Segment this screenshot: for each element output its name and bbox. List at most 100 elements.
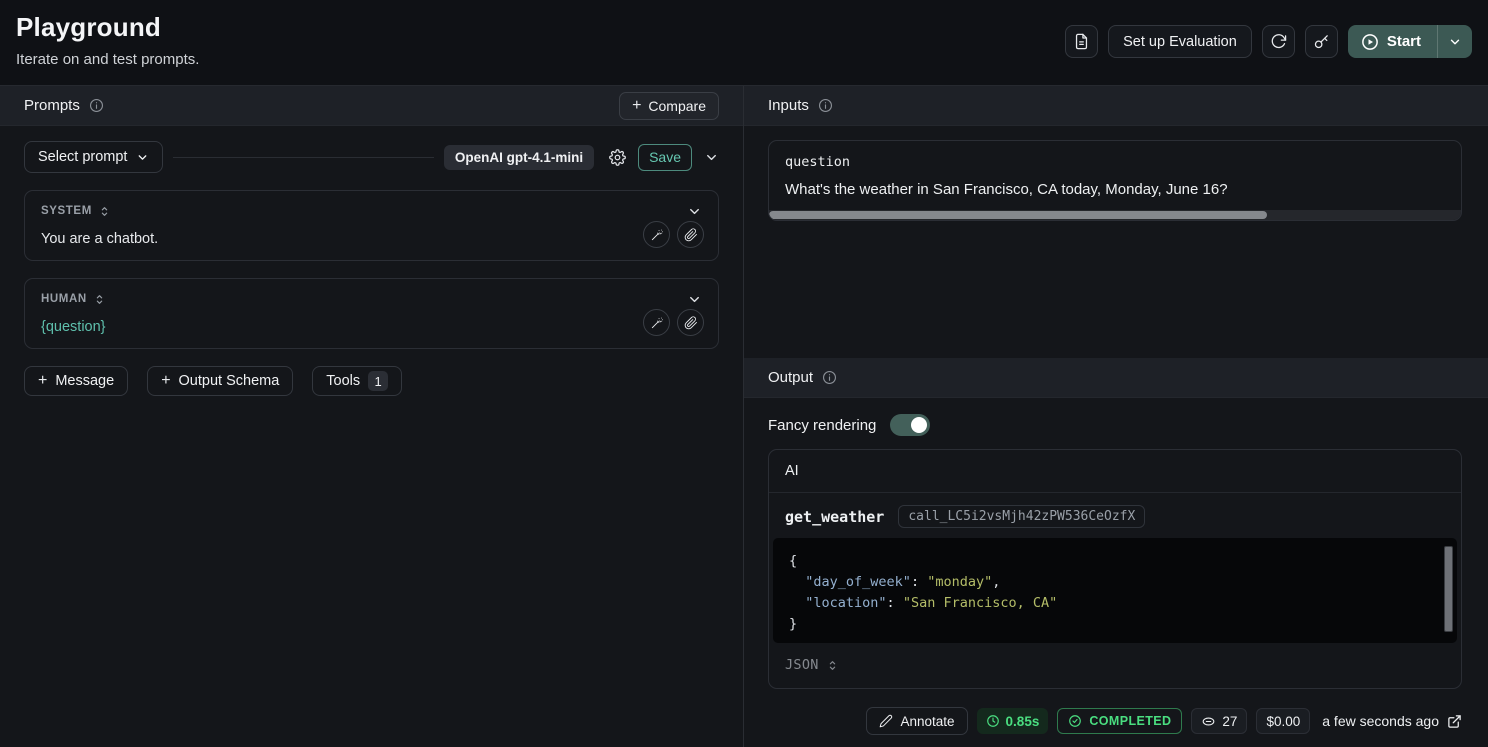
save-button[interactable]: Save [638, 144, 692, 171]
vertical-scrollbar[interactable] [1443, 544, 1454, 637]
play-circle-icon [1361, 33, 1379, 51]
fancy-rendering-row: Fancy rendering [768, 413, 1462, 437]
inputs-panel-title: Inputs [768, 97, 809, 114]
role-label: SYSTEM [41, 205, 92, 217]
add-output-schema-label: Output Schema [179, 373, 280, 389]
save-label: Save [649, 149, 681, 165]
format-label: JSON [785, 657, 819, 673]
add-output-schema-button[interactable]: + Output Schema [147, 366, 293, 396]
prompt-config-row: Select prompt OpenAI gpt-4.1-mini Save [24, 141, 719, 173]
cost-badge[interactable]: $0.00 [1256, 708, 1310, 734]
compare-button[interactable]: + Compare [619, 92, 719, 120]
select-prompt-label: Select prompt [38, 149, 127, 165]
header-actions: Set up Evaluation Start [1065, 12, 1472, 73]
fancy-rendering-toggle[interactable] [890, 414, 930, 436]
paperclip-icon [684, 228, 698, 242]
chevron-down-icon [704, 150, 719, 165]
external-link-icon[interactable] [1447, 714, 1462, 729]
timestamp-label: a few seconds ago [1322, 713, 1439, 729]
select-prompt-dropdown[interactable]: Select prompt [24, 141, 163, 173]
reset-button[interactable] [1262, 25, 1295, 58]
inputs-panel-header: Inputs [744, 86, 1488, 126]
setup-evaluation-label: Set up Evaluation [1123, 34, 1237, 50]
prompt-file-button[interactable] [1065, 25, 1098, 58]
clock-icon [986, 714, 1000, 728]
improve-prompt-button[interactable] [643, 221, 670, 248]
start-options-button[interactable] [1437, 25, 1472, 58]
add-message-button[interactable]: + Message [24, 366, 128, 396]
message-content[interactable]: {question} [41, 319, 702, 335]
key-icon [1313, 33, 1330, 50]
chevron-down-icon [687, 292, 702, 307]
setup-evaluation-button[interactable]: Set up Evaluation [1108, 25, 1252, 58]
tools-count-badge: 1 [368, 371, 388, 391]
message-card-system: SYSTEM You are a chatbot. [24, 190, 719, 261]
ai-output-card: AI get_weather call_LC5i2vsMjh42zPW536Ce… [768, 449, 1462, 689]
chevrons-up-down-icon [826, 659, 839, 672]
pen-icon [879, 714, 893, 728]
check-circle-icon [1068, 714, 1082, 728]
ai-role-label: AI [769, 450, 1461, 493]
scrollbar-thumb[interactable] [1444, 546, 1453, 632]
start-label: Start [1387, 33, 1421, 50]
prompt-add-row: + Message + Output Schema Tools 1 [24, 366, 719, 396]
annotate-button[interactable]: Annotate [866, 707, 968, 735]
app-header: Playground Iterate on and test prompts. … [0, 0, 1488, 86]
add-message-label: Message [55, 373, 114, 389]
output-body: Fancy rendering AI get_weather call_LC5i… [744, 398, 1488, 747]
horizontal-scrollbar[interactable] [769, 210, 1461, 220]
output-format-selector[interactable]: JSON [769, 643, 1461, 688]
input-variable-card: question What's the weather in San Franc… [768, 140, 1462, 221]
role-selector[interactable]: HUMAN [41, 293, 106, 306]
role-selector[interactable]: SYSTEM [41, 205, 111, 218]
input-variable-name: question [785, 154, 1445, 170]
io-panel: Inputs question What's the weather in Sa… [744, 86, 1488, 747]
cost-value: $0.00 [1266, 714, 1300, 729]
page-subtitle: Iterate on and test prompts. [16, 51, 199, 68]
tool-call-arguments-code[interactable]: { "day_of_week": "monday", "location": "… [773, 538, 1457, 643]
start-button-group: Start [1348, 25, 1472, 58]
tools-label: Tools [326, 373, 360, 389]
chevron-down-icon [136, 151, 149, 164]
plus-icon: + [38, 373, 47, 389]
divider [173, 157, 433, 158]
plus-icon: + [161, 373, 170, 389]
chevron-down-icon [687, 204, 702, 219]
info-icon[interactable] [822, 370, 837, 385]
tool-call-name: get_weather [785, 508, 884, 526]
collapse-message-button[interactable] [687, 292, 702, 307]
collapse-message-button[interactable] [687, 204, 702, 219]
status-badge[interactable]: COMPLETED [1057, 708, 1182, 734]
scrollbar-thumb[interactable] [769, 211, 1267, 219]
secrets-button[interactable] [1305, 25, 1338, 58]
tool-call-row: get_weather call_LC5i2vsMjh42zPW536CeOzf… [769, 493, 1461, 538]
compare-label: Compare [648, 98, 706, 114]
info-icon[interactable] [818, 98, 833, 113]
page-titles: Playground Iterate on and test prompts. [16, 12, 199, 73]
start-button[interactable]: Start [1348, 25, 1437, 58]
tool-call-id-badge[interactable]: call_LC5i2vsMjh42zPW536CeOzfX [898, 505, 1145, 528]
page-title: Playground [16, 12, 199, 43]
status-value: COMPLETED [1089, 714, 1171, 728]
latency-value: 0.85s [1006, 714, 1040, 729]
latency-badge[interactable]: 0.85s [977, 708, 1049, 734]
token-count-badge[interactable]: 27 [1191, 708, 1247, 734]
message-content[interactable]: You are a chatbot. [41, 231, 702, 247]
improve-prompt-button[interactable] [643, 309, 670, 336]
annotate-label: Annotate [901, 714, 955, 729]
magic-wand-icon [650, 316, 664, 330]
prompts-panel: Prompts + Compare Select prompt Open [0, 86, 744, 747]
attach-button[interactable] [677, 221, 704, 248]
gear-icon [609, 149, 626, 166]
fancy-rendering-label: Fancy rendering [768, 417, 876, 434]
run-status-bar: Annotate 0.85s COMPLETED [768, 707, 1462, 735]
input-variable-value[interactable]: What's the weather in San Francisco, CA … [785, 181, 1445, 198]
model-settings-button[interactable] [603, 143, 631, 171]
tools-button[interactable]: Tools 1 [312, 366, 402, 396]
plus-icon: + [632, 98, 641, 114]
message-card-human: HUMAN {question} [24, 278, 719, 349]
model-badge[interactable]: OpenAI gpt-4.1-mini [444, 145, 594, 170]
attach-button[interactable] [677, 309, 704, 336]
prompt-more-button[interactable] [704, 150, 719, 165]
info-icon[interactable] [89, 98, 104, 113]
